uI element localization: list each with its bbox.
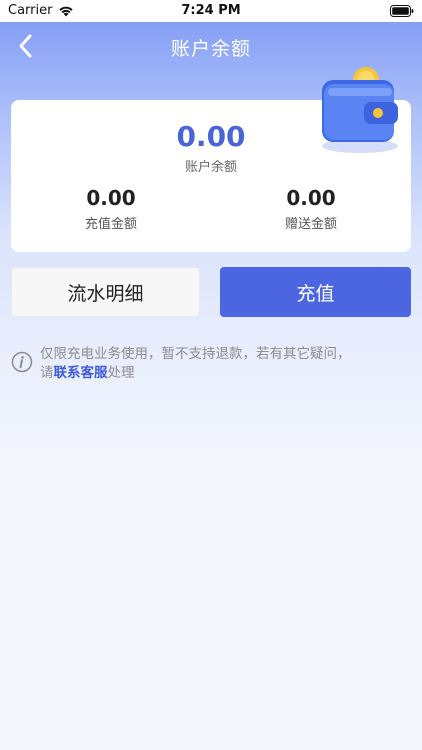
status-time: 7:24 PM <box>181 3 241 18</box>
notice-text-line2: 请联系客服处理 <box>40 364 135 383</box>
recharge-amount-label: 充值金额 <box>84 217 137 232</box>
gift-amount-value: 0.00 <box>286 186 336 210</box>
recharge-button[interactable]: 充值 <box>220 267 411 317</box>
gift-amount-label: 赠送金额 <box>284 217 337 232</box>
page-title: 账户余额 <box>170 38 251 60</box>
battery-icon <box>390 5 414 17</box>
recharge-amount-value: 0.00 <box>86 186 136 210</box>
status-bar: Carrier 7:24 PM <box>0 0 422 22</box>
recharge-amount: 0.00 充值金额 <box>51 186 171 232</box>
transaction-detail-button[interactable]: 流水明细 <box>11 267 200 317</box>
account-balance-label: 账户余额 <box>184 160 237 175</box>
notice-text-line1: 仅限充电业务使用，暂不支持退款，若有其它疑问， <box>40 346 351 362</box>
info-icon <box>11 351 33 373</box>
wallet-illustration <box>322 67 398 153</box>
gift-amount: 0.00 赠送金额 <box>251 186 371 232</box>
navigation-bar: 账户余额 <box>0 22 422 70</box>
contact-support-link[interactable]: 联系客服 <box>54 365 108 381</box>
notice-suffix: 处理 <box>107 365 135 381</box>
notice-prefix: 请 <box>40 365 54 381</box>
